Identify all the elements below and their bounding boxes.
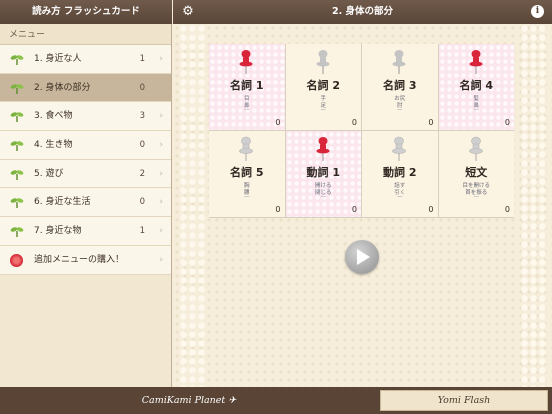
card-tile[interactable]: 名詞 4 髪鼻 —0: [438, 44, 514, 130]
sprout-icon: [10, 227, 24, 238]
card-word: —: [244, 194, 250, 200]
sidebar-item-3[interactable]: 3. 食べ物 3 ›: [0, 102, 171, 132]
card-tile[interactable]: 動詞 2 話す 引く —0: [362, 131, 438, 217]
main-area: 名詞 1 目鼻 —0 名詞 2 手足 —0 名詞 3 お尻肘 —0 名詞 4 髪鼻 —0 名詞 5 胸腰 —…: [173, 24, 552, 387]
sprout-icon: [10, 141, 24, 152]
sidebar-item-label: 1. 身近な人: [34, 54, 82, 64]
sidebar-item-6[interactable]: 6. 身近な生活 0 ›: [0, 188, 171, 218]
sidebar-item-label: 3. 食べ物: [34, 111, 73, 122]
sidebar-item-count: 0: [139, 140, 145, 151]
card-name: 名詞 4: [459, 79, 493, 92]
card-count: 0: [275, 118, 281, 127]
pushpin-icon: [239, 136, 253, 161]
card-word: —: [473, 107, 480, 113]
sidebar-item-4[interactable]: 4. 生き物 0 ›: [0, 131, 171, 160]
card-name: 名詞 3: [383, 79, 417, 92]
main-header-bar: ⚙ 2. 身体の部分 i: [173, 0, 552, 24]
pushpin-icon: [239, 50, 253, 74]
card-name: 名詞 5: [230, 166, 264, 179]
sidebar-item-label: 6. 身近な生活: [34, 197, 91, 208]
sprout-icon: [10, 198, 24, 209]
chevron-right-icon: ›: [159, 168, 163, 179]
sidebar-item-count: 1: [139, 226, 145, 237]
chevron-right-icon: ›: [159, 226, 163, 237]
menu-header: メニュー: [0, 24, 171, 45]
chevron-right-icon: ›: [159, 254, 163, 265]
card-grid: 名詞 1 目鼻 —0 名詞 2 手足 —0 名詞 3 お尻肘 —0 名詞 4 髪鼻 —0 名詞 5 胸腰 —…: [209, 44, 514, 218]
sidebar-item-2[interactable]: 2. 身体の部分 0: [0, 73, 171, 103]
pushpin-icon: [316, 50, 329, 74]
sidebar: メニュー 1. 身近な人 1 › 2. 身体の部分 0 3. 食べ物 3 › 4…: [0, 24, 172, 387]
info-icon[interactable]: i: [531, 5, 544, 18]
card-name: 動詞 1: [306, 166, 340, 179]
bottom-bar: CamiKami Planet ✈ Yomi Flash: [0, 387, 552, 414]
card-tile[interactable]: 動詞 1 開ける 閉じる —0: [285, 131, 361, 217]
card-tile[interactable]: 名詞 1 目鼻 —0: [209, 44, 285, 130]
card-count: 0: [275, 205, 281, 214]
page-title: 2. 身体の部分: [331, 6, 394, 17]
sidebar-item-7[interactable]: 7. 身近な物 1 ›: [0, 217, 171, 246]
card-name: 名詞 1: [230, 79, 264, 92]
card-word: —: [244, 107, 250, 113]
sidebar-item-label: 7. 身近な物: [34, 226, 82, 237]
card-word: —: [473, 194, 480, 200]
card-word: —: [397, 194, 403, 200]
card-name: 名詞 2: [306, 79, 340, 92]
sprout-icon: [10, 112, 24, 123]
card-word: —: [397, 107, 403, 113]
card-word: —: [320, 194, 327, 200]
card-tile[interactable]: 名詞 2 手足 —0: [285, 44, 361, 130]
app-title: 読み方 フラッシュカード: [32, 6, 140, 17]
sidebar-item-count: 1: [139, 54, 145, 64]
pushpin-icon: [469, 50, 482, 74]
play-button[interactable]: [345, 240, 379, 274]
pushpin-icon: [392, 136, 406, 161]
play-icon: [357, 249, 370, 265]
card-tile[interactable]: 名詞 3 お尻肘 —0: [362, 44, 438, 130]
sidebar-item-1[interactable]: 1. 身近な人 1 ›: [0, 45, 171, 74]
sprout-icon: [10, 83, 24, 94]
sidebar-item-label: 2. 身体の部分: [34, 82, 91, 93]
sidebar-item-label: 5. 遊び: [34, 168, 64, 179]
pushpin-icon: [392, 50, 406, 74]
card-word: —: [320, 107, 327, 113]
sidebar-item-5[interactable]: 5. 遊び 2 ›: [0, 159, 171, 189]
purchase-menu-item[interactable]: 追加メニューの購入！ ›: [0, 245, 171, 275]
chevron-right-icon: ›: [159, 111, 163, 122]
sidebar-item-count: 0: [139, 82, 145, 93]
chevron-right-icon: ›: [159, 140, 163, 151]
sidebar-item-count: 0: [139, 197, 145, 208]
card-count: 0: [351, 118, 357, 127]
brand-label: CamiKami Planet ✈: [141, 395, 237, 406]
yomi-flash-button[interactable]: Yomi Flash: [380, 390, 548, 411]
sidebar-item-count: 3: [139, 111, 145, 122]
card-tile[interactable]: 短文 目を開ける 首を振る —0: [438, 131, 514, 217]
chevron-right-icon: ›: [159, 54, 163, 64]
card-name: 短文: [465, 166, 488, 179]
flower-icon: [10, 253, 23, 267]
pushpin-icon: [468, 136, 483, 161]
sidebar-header-bar: 読み方 フラッシュカード: [0, 0, 172, 24]
card-count: 0: [428, 205, 434, 214]
lace-border-left: [179, 24, 205, 387]
card-count: 0: [351, 205, 357, 214]
card-tile[interactable]: 名詞 5 胸腰 —0: [209, 131, 285, 217]
pushpin-icon: [316, 137, 329, 161]
sidebar-item-count: 2: [139, 168, 145, 179]
card-name: 動詞 2: [383, 166, 417, 179]
card-count: 0: [504, 118, 510, 127]
sidebar-item-label: 4. 生き物: [34, 140, 73, 151]
purchase-label: 追加メニューの購入！: [34, 254, 125, 265]
lace-border-right: [520, 24, 546, 387]
card-count: 0: [428, 118, 434, 127]
card-count: 0: [504, 205, 510, 214]
sprout-icon: [10, 55, 24, 65]
chevron-right-icon: ›: [159, 197, 163, 208]
sprout-icon: [10, 170, 24, 180]
